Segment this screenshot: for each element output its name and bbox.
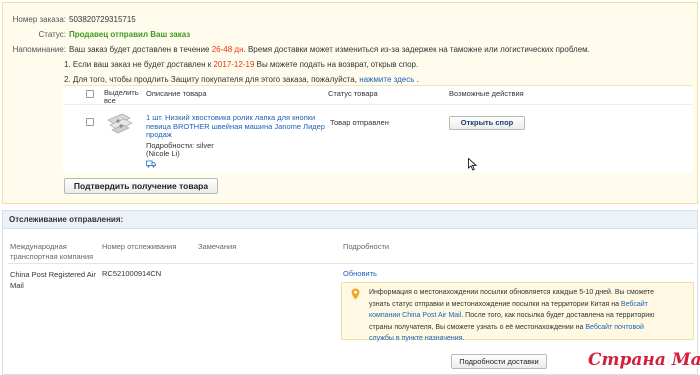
deadline-date: 2017-12-19 <box>213 60 255 69</box>
confirm-receipt-button[interactable]: Подтвердить получение товара <box>64 178 218 194</box>
col-company-header: Международная транспортная компания <box>10 242 93 262</box>
destination-post-link-2[interactable]: службы в пункте назначения <box>369 335 462 342</box>
col-details-header: Подробности <box>343 242 390 251</box>
notice1-pre: 1. Если ваш заказ не будет доставлен к <box>64 60 212 69</box>
select-all-label: Выделить все <box>104 89 139 105</box>
select-all-checkbox[interactable] <box>86 90 94 98</box>
order-number: 503820729315715 <box>69 15 136 24</box>
tracking-section-title: Отслеживание отправления: <box>9 215 124 224</box>
product-title-line-3[interactable]: продаж <box>146 130 172 139</box>
location-pin-icon <box>351 288 360 300</box>
order-status: Продавец отправил Ваш заказ <box>69 30 191 39</box>
info-line-1: Информация о местонахождении посылки обн… <box>369 289 654 296</box>
tracking-info-box: Информация о местонахождении посылки обн… <box>341 282 694 342</box>
carrier-name: China Post Registered Air Mail <box>10 269 96 291</box>
tracking-info-text: Информация о местонахождении посылки обн… <box>369 287 689 345</box>
reminder-post: . Время доставки может измениться из-за … <box>243 45 590 54</box>
site-watermark: Страна Мам <box>588 350 700 370</box>
item-checkbox[interactable] <box>86 118 94 126</box>
table-header-divider <box>64 104 693 105</box>
reminder-pre: Ваш заказ будет доставлен в течение <box>69 45 210 54</box>
carrier-line-1: China Post Registered Air <box>10 270 96 279</box>
info-line-5: . <box>462 335 465 342</box>
delivery-details-button[interactable]: Подробности доставки <box>451 354 547 369</box>
col-description-header: Описание товара <box>146 89 207 98</box>
info-line-3: . После того, как посылка будет доставле… <box>461 312 655 319</box>
col-status-header: Статус товара <box>328 89 378 98</box>
col-company-line-2: транспортная компания <box>10 252 94 261</box>
reminder-label: Напоминание: <box>12 45 66 54</box>
china-post-website-link-2[interactable]: компании China Post Air Mail <box>369 312 461 319</box>
delivery-truck-icon[interactable] <box>146 160 156 168</box>
china-post-website-link-1[interactable]: Вебсайт <box>621 301 648 308</box>
product-title-link[interactable]: 1 шт. Низкий хвостовика ролик лапка для … <box>146 113 325 140</box>
notice1-post: Вы можете подать на возврат, открыв спор… <box>256 60 419 69</box>
extend-protection-link[interactable]: нажмите здесь <box>359 75 414 84</box>
order-status-label: Статус: <box>38 30 66 39</box>
info-line-4: страны получателя, Вы сможете узнать о е… <box>369 323 584 331</box>
product-thumbnail[interactable] <box>104 110 136 136</box>
refresh-tracking-link[interactable]: Обновить <box>343 269 377 278</box>
notice2-post: . <box>416 75 419 84</box>
col-remarks-header: Замечания <box>198 242 237 251</box>
col-company-line-1: Международная <box>10 242 67 251</box>
mouse-cursor-icon <box>468 158 477 171</box>
destination-post-link-1[interactable]: Вебсайт почтовой <box>585 324 644 331</box>
open-dispute-button[interactable]: Открыть спор <box>449 116 525 130</box>
delivery-time-value: 26-48 дн <box>211 45 244 54</box>
col-actions-header: Возможные действия <box>449 89 524 98</box>
info-line-2: узнать статус отправки и местонахождение… <box>369 300 619 308</box>
protection-notice: 2. Для того, чтобы продлить Защиту покуп… <box>64 75 419 84</box>
dispute-notice: 1. Если ваш заказ не будет доставлен к 2… <box>64 60 418 69</box>
carrier-line-2: Mail <box>10 281 24 290</box>
tracking-number: RC521000914CN <box>102 269 162 278</box>
order-number-label: Номер заказа: <box>12 15 66 24</box>
notice2-pre: 2. Для того, чтобы продлить Защиту покуп… <box>64 75 357 84</box>
product-title-line-2[interactable]: певица BROTHER швейная машина Janome Лид… <box>146 122 325 131</box>
seller-name: (Nicole Li) <box>146 149 180 158</box>
col-tracking-header: Номер отслеживания <box>102 242 177 251</box>
item-status: Товар отправлен <box>330 118 389 127</box>
tracking-header-divider <box>8 263 694 264</box>
reminder-text: Ваш заказ будет доставлен в течение 26-4… <box>69 45 590 54</box>
